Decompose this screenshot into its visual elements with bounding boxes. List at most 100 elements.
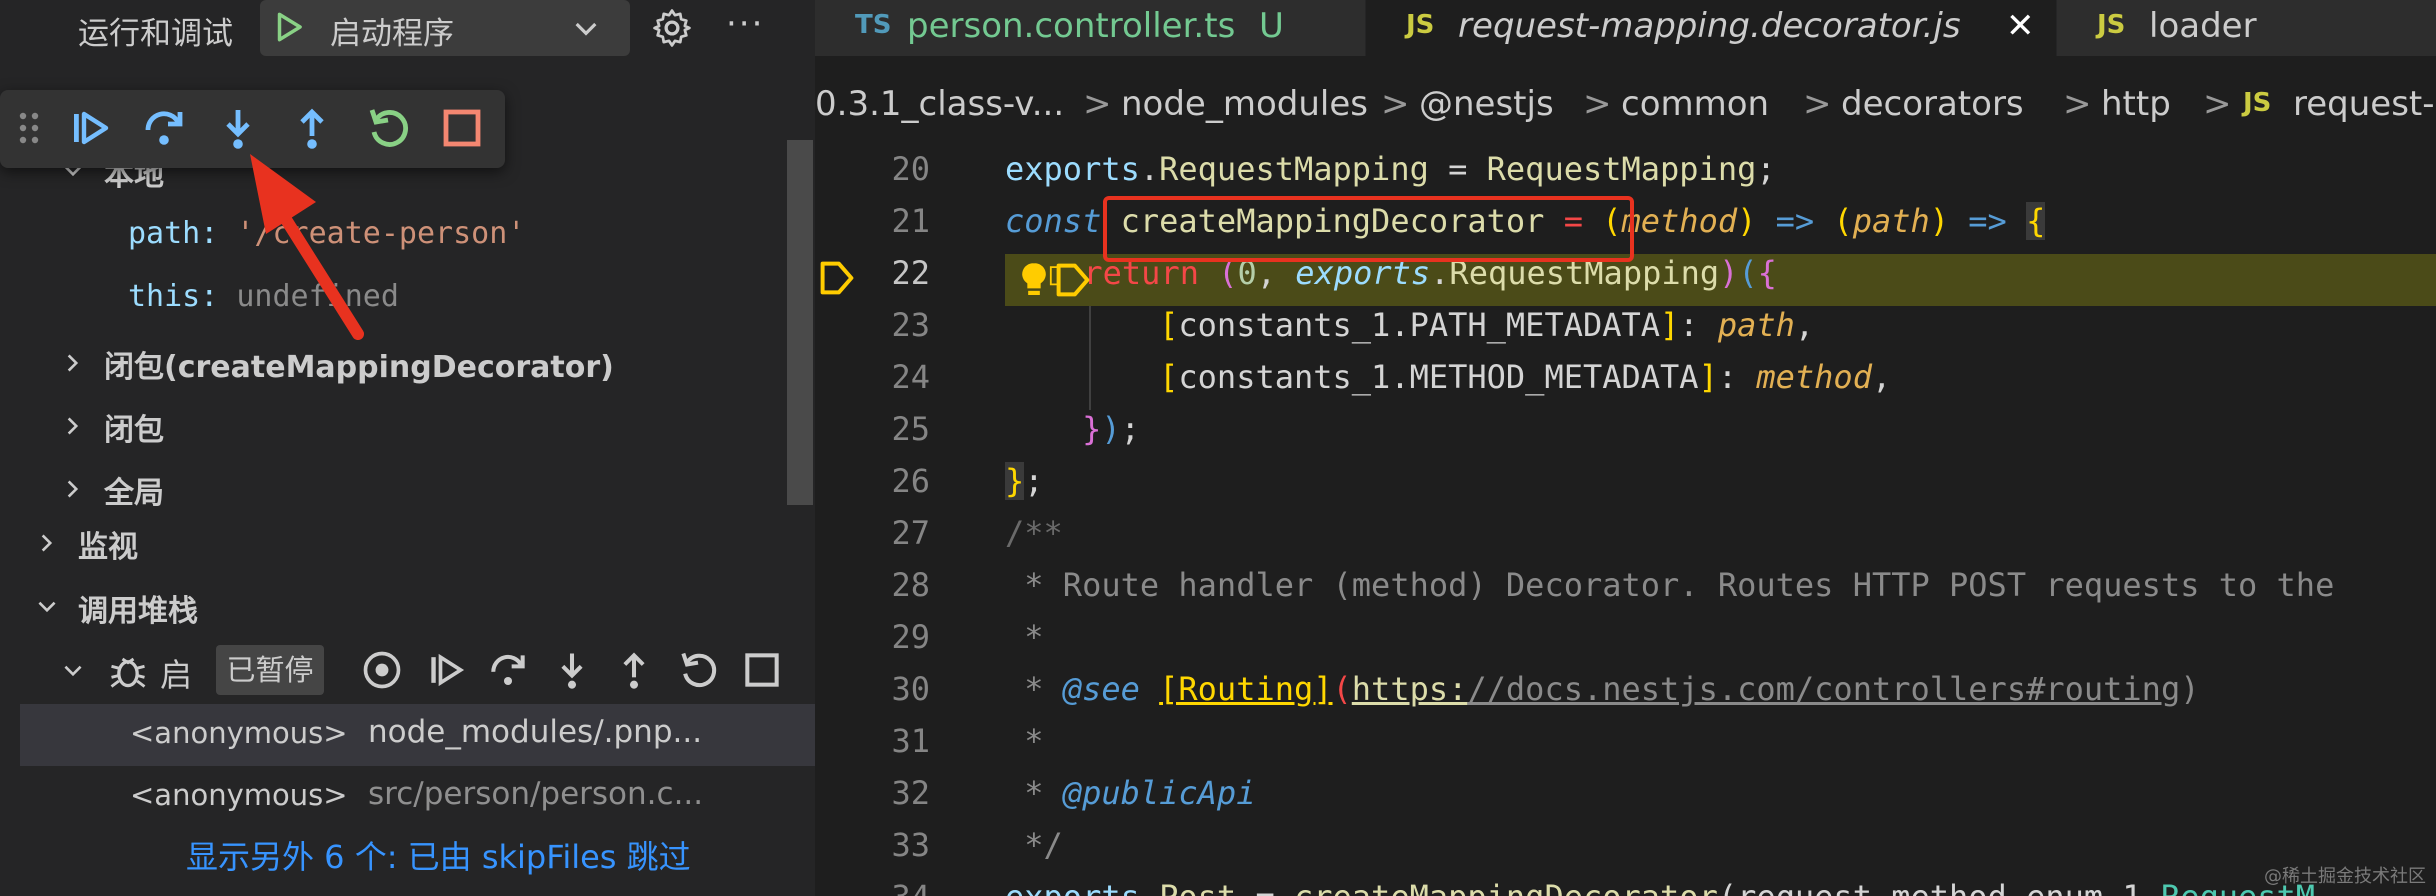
javascript-file-icon: JS: [1406, 10, 1435, 40]
chevron-down-icon[interactable]: [60, 658, 86, 684]
line-number: 29: [891, 618, 930, 656]
watermark: @稀土掘金技术社区: [2264, 866, 2426, 887]
restart-icon[interactable]: [364, 104, 412, 152]
breadcrumb-file[interactable]: request-map: [2293, 84, 2436, 124]
line-number: 30: [891, 670, 930, 708]
code-line-23: [constants_1.PATH_METADATA]: path,: [1159, 306, 1815, 344]
frame-function: <anonymous>: [130, 778, 348, 812]
indent-guide: [1089, 306, 1091, 410]
code-line-34: exports.Post = createMappingDecorator(re…: [1005, 878, 2315, 896]
code-line-24: [constants_1.METHOD_METADATA]: method,: [1159, 358, 1892, 396]
drag-handle-icon[interactable]: [14, 104, 44, 152]
debug-stackframe-icon: [820, 261, 854, 295]
breadcrumb-item[interactable]: http: [2101, 84, 2171, 124]
start-debugging-icon[interactable]: [270, 6, 308, 48]
call-stack-section-header[interactable]: 调用堆栈: [78, 586, 198, 630]
paused-status-badge: 已暂停: [216, 645, 324, 695]
line-number: 26: [891, 462, 930, 500]
step-over-icon[interactable]: [486, 648, 530, 692]
line-number: 24: [891, 358, 930, 396]
stop-icon[interactable]: [740, 648, 784, 692]
chevron-right-icon: >: [1803, 84, 1832, 124]
continue-icon[interactable]: [66, 104, 114, 152]
tab-loader[interactable]: JS loader: [2057, 0, 2436, 56]
breadcrumb-item[interactable]: @nestjs: [1419, 84, 1554, 124]
chevron-down-icon[interactable]: [34, 594, 60, 620]
line-number: 23: [891, 306, 930, 344]
line-number: 34: [815, 878, 930, 896]
variables-scrollbar[interactable]: [787, 140, 813, 505]
line-number: 32: [891, 774, 930, 812]
inline-stackframe-icon: [1056, 263, 1090, 297]
line-number: 31: [891, 722, 930, 760]
code-line-31: *: [1005, 722, 1044, 760]
breadcrumb-item[interactable]: decorators: [1841, 84, 2024, 124]
step-out-icon[interactable]: [612, 648, 656, 692]
chevron-right-icon[interactable]: [60, 350, 86, 376]
line-number: 20: [891, 150, 930, 188]
stop-icon[interactable]: [438, 104, 486, 152]
step-into-icon[interactable]: [550, 648, 594, 692]
step-into-icon[interactable]: [214, 104, 262, 152]
javascript-file-icon: JS: [2243, 88, 2272, 118]
variable-name: this:: [128, 279, 219, 314]
launch-config-label: 启动程序: [330, 16, 454, 52]
more-actions-icon[interactable]: ···: [726, 4, 764, 44]
code-line-26: };: [1005, 462, 1044, 500]
chevron-down-icon[interactable]: [570, 12, 602, 44]
code-line-33: */: [1005, 826, 1063, 864]
tab-title: loader: [2149, 6, 2257, 46]
tab-title: person.controller.ts: [907, 6, 1236, 46]
typescript-file-icon: TS: [855, 10, 892, 40]
stack-frame-row[interactable]: <anonymous> node_modules/.pnp...: [20, 704, 815, 766]
line-number: 28: [891, 566, 930, 604]
watch-section-header[interactable]: 监视: [78, 522, 138, 566]
frame-file: node_modules/.pnp...: [368, 714, 703, 750]
lightbulb-icon[interactable]: [1017, 260, 1051, 300]
debug-header: 运行和调试 启动程序 ···: [0, 0, 815, 56]
pause-target-icon[interactable]: [360, 648, 404, 692]
frame-function: <anonymous>: [130, 716, 348, 750]
annotation-arrow-icon: [250, 154, 364, 340]
bug-icon: [110, 657, 146, 688]
line-number: 25: [891, 410, 930, 448]
chevron-right-icon[interactable]: [60, 413, 86, 439]
line-number: 33: [891, 826, 930, 864]
javascript-file-icon: JS: [2097, 10, 2126, 40]
close-icon[interactable]: ✕: [2006, 6, 2035, 46]
editor-tab-bar: TS person.controller.ts U JS request-map…: [815, 0, 2436, 56]
code-line-27: /**: [1005, 514, 1063, 552]
show-skipped-frames-link[interactable]: 显示另外 6 个: 已由 skipFiles 跳过: [186, 832, 691, 878]
annotation-highlight-box: [1103, 196, 1634, 262]
untracked-badge: U: [1259, 6, 1284, 46]
breadcrumb-item[interactable]: common: [1621, 84, 1769, 124]
code-line-32: * @publicApi: [1005, 774, 1256, 812]
frame-file: src/person/person.c...: [368, 776, 704, 812]
run-and-debug-title: 运行和调试: [78, 16, 233, 52]
stack-frame-row[interactable]: <anonymous> src/person/person.c...: [20, 766, 815, 828]
chevron-right-icon[interactable]: [60, 476, 86, 502]
code-line-28: * Route handler (method) Decorator. Rout…: [1005, 566, 2335, 604]
tab-title: request-mapping.decorator.js: [1458, 6, 1961, 46]
tab-request-mapping-decorator[interactable]: JS request-mapping.decorator.js ✕: [1366, 0, 2057, 56]
tab-person-controller[interactable]: TS person.controller.ts U: [815, 0, 1366, 56]
global-scope[interactable]: 全局: [104, 468, 164, 512]
breadcrumb: 0.3.1_class-v... > node_modules > @nestj…: [815, 84, 2436, 140]
gear-icon[interactable]: [650, 6, 694, 50]
chevron-right-icon: >: [1083, 84, 1112, 124]
breadcrumb-item[interactable]: node_modules: [1121, 84, 1368, 124]
step-out-icon[interactable]: [288, 104, 336, 152]
chevron-right-icon: >: [2063, 84, 2092, 124]
restart-icon[interactable]: [676, 648, 720, 692]
code-line-20: exports.RequestMapping = RequestMapping;: [1005, 150, 1776, 188]
closure-scope[interactable]: 闭包: [104, 405, 164, 449]
chevron-right-icon[interactable]: [34, 530, 60, 556]
continue-icon[interactable]: [424, 648, 468, 692]
step-over-icon[interactable]: [140, 104, 188, 152]
closure-scope-named[interactable]: 闭包(createMappingDecorator): [104, 342, 614, 386]
breadcrumb-item[interactable]: 0.3.1_class-v...: [815, 84, 1064, 124]
code-line-25: });: [1082, 410, 1140, 448]
thread-name[interactable]: 启: [160, 650, 192, 696]
code-line-29: *: [1005, 618, 1044, 656]
chevron-right-icon: >: [2203, 84, 2232, 124]
